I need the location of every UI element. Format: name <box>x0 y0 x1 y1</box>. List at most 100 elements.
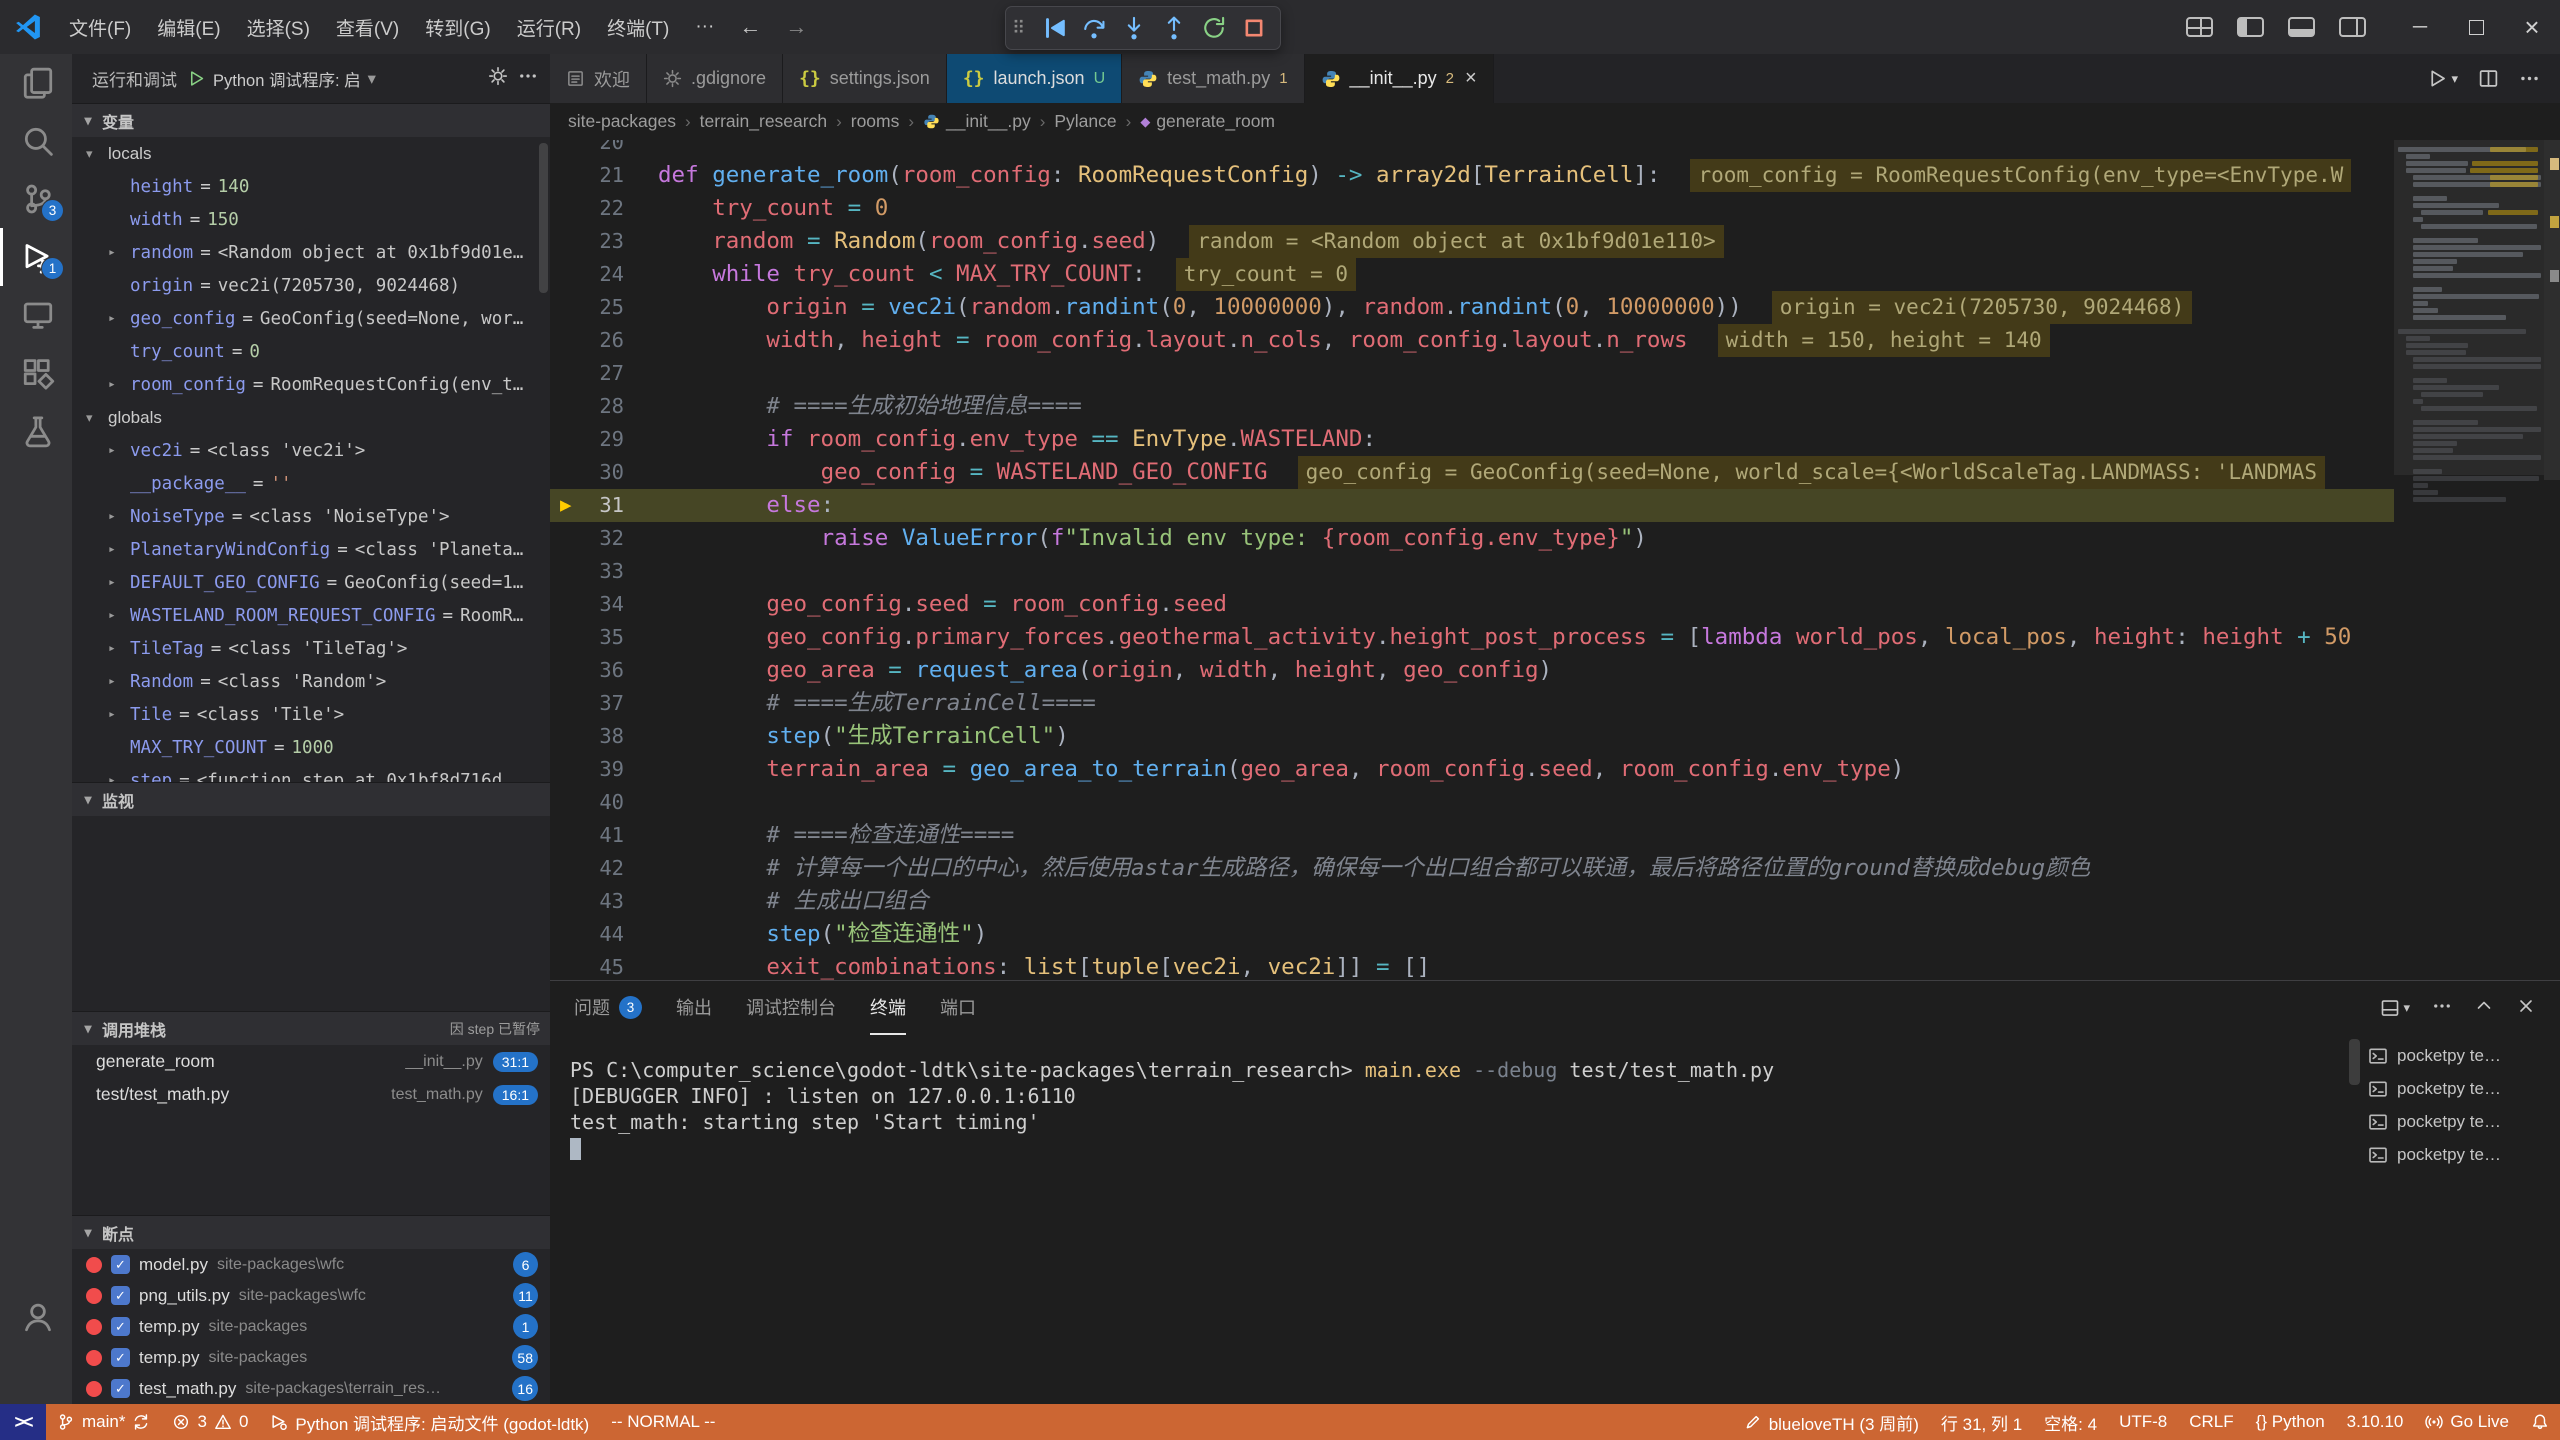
variable-row[interactable]: ▸geo_config=GeoConfig(seed=None, wor… <box>72 302 550 335</box>
variable-row[interactable]: origin=vec2i(7205730, 9024468) <box>72 269 550 302</box>
menu-item-6[interactable]: 终端(T) <box>594 0 682 54</box>
tab-launch.json[interactable]: {}launch.jsonU <box>947 54 1122 103</box>
breakpoint-row[interactable]: ✓test_math.pysite-packages\terrain_res…1… <box>72 1373 550 1404</box>
variable-row[interactable]: height=140 <box>72 170 550 203</box>
line-number[interactable]: 39 <box>550 753 624 786</box>
editor-action-more-actions[interactable] <box>2519 68 2540 89</box>
code-line[interactable]: 42 # 计算每一个出口的中心，然后使用astar生成路径，确保每一个出口组合都… <box>550 852 2394 885</box>
editor-action-split-editor[interactable] <box>2478 68 2499 89</box>
breakpoint-checkbox[interactable]: ✓ <box>111 1255 130 1274</box>
statusbar-language-mode[interactable]: {} Python <box>2245 1404 2336 1440</box>
activitybar-item-explorer[interactable] <box>0 54 72 112</box>
terminal-list-item[interactable]: pocketpy te… <box>2358 1105 2554 1138</box>
line-number[interactable]: 35 <box>550 621 624 654</box>
code-line[interactable]: 20 <box>550 140 2394 159</box>
variable-row[interactable]: width=150 <box>72 203 550 236</box>
terminal-list-item[interactable]: pocketpy te… <box>2358 1039 2554 1072</box>
breadcrumb-item[interactable]: rooms <box>851 111 900 132</box>
variable-row[interactable]: __package__='' <box>72 467 550 500</box>
customize-layout-icon[interactable] <box>2186 17 2213 37</box>
terminal-output[interactable]: PS C:\computer_science\godot-ldtk\site-p… <box>550 1035 2350 1404</box>
variable-row[interactable]: ▸Random=<class 'Random'> <box>72 665 550 698</box>
overview-ruler[interactable] <box>2544 140 2560 980</box>
statusbar-python-version[interactable]: 3.10.10 <box>2336 1404 2415 1440</box>
activitybar-item-remote-explorer[interactable] <box>0 286 72 344</box>
code-line[interactable]: 22 try_count = 0 <box>550 192 2394 225</box>
code-line[interactable]: 37 # ====生成TerrainCell==== <box>550 687 2394 720</box>
code-line[interactable]: 40 <box>550 786 2394 819</box>
terminal-layout-button[interactable]: ▾ <box>2380 998 2410 1018</box>
tab-[interactable]: 欢迎 <box>550 54 647 103</box>
drag-handle[interactable]: ⠿ <box>1012 18 1034 39</box>
step-out-button[interactable] <box>1154 10 1194 46</box>
code-line[interactable]: 25 origin = vec2i(random.randint(0, 1000… <box>550 291 2394 324</box>
line-number[interactable]: 23 <box>550 225 624 258</box>
breadcrumb-item[interactable]: __init__.py <box>923 111 1031 132</box>
variable-row[interactable]: ▸step=<function step at 0x1bf8d716d… <box>72 764 550 782</box>
tab-close-icon[interactable]: × <box>1465 67 1477 90</box>
line-number[interactable]: 34 <box>550 588 624 621</box>
tab-__init__.py[interactable]: __init__.py2× <box>1305 54 1494 103</box>
sidebar-more-actions-button[interactable] <box>518 66 538 91</box>
breakpoint-row[interactable]: ✓temp.pysite-packages1 <box>72 1311 550 1342</box>
code-line[interactable]: 30 geo_config = WASTELAND_GEO_CONFIGgeo_… <box>550 456 2394 489</box>
activitybar-item-run-and-debug[interactable]: 1 <box>0 228 72 286</box>
statusbar-debug-session[interactable]: Python 调试程序: 启动文件 (godot-ldtk) <box>259 1404 600 1440</box>
variables-group-locals[interactable]: ▾locals <box>72 137 550 170</box>
activitybar-item-source-control[interactable]: 3 <box>0 170 72 228</box>
editor-action-run-python-file[interactable]: ▾ <box>2427 68 2458 89</box>
debug-toolbar[interactable]: ⠿ <box>1005 6 1281 50</box>
terminal-list-item[interactable]: pocketpy te… <box>2358 1072 2554 1105</box>
breakpoint-checkbox[interactable]: ✓ <box>111 1379 130 1398</box>
nav-forward-button[interactable]: → <box>773 14 819 40</box>
code-line[interactable]: 32 raise ValueError(f"Invalid env type: … <box>550 522 2394 555</box>
line-number[interactable]: 27 <box>550 357 624 390</box>
continue-button[interactable] <box>1034 10 1074 46</box>
panel-tab-3[interactable]: 终端 <box>870 981 906 1035</box>
window-maximize-button[interactable] <box>2448 0 2504 54</box>
line-number[interactable]: 26 <box>550 324 624 357</box>
code-line[interactable]: 31▶ else: <box>550 489 2394 522</box>
statusbar-indentation[interactable]: 空格: 4 <box>2033 1404 2108 1440</box>
breadcrumb-item[interactable]: terrain_research <box>700 111 827 132</box>
activitybar-item-search[interactable] <box>0 112 72 170</box>
line-number[interactable]: 40 <box>550 786 624 819</box>
line-number[interactable]: 42 <box>550 852 624 885</box>
menu-item-2[interactable]: 选择(S) <box>234 0 323 54</box>
statusbar-git-branch[interactable]: main* <box>46 1404 161 1440</box>
code-line[interactable]: 41 # ====检查连通性==== <box>550 819 2394 852</box>
breakpoint-row[interactable]: ✓temp.pysite-packages58 <box>72 1342 550 1373</box>
menu-item-3[interactable]: 查看(V) <box>323 0 412 54</box>
code-editor[interactable]: 2021def generate_room(room_config: RoomR… <box>550 140 2560 980</box>
variable-row[interactable]: ▸DEFAULT_GEO_CONFIG=GeoConfig(seed=1… <box>72 566 550 599</box>
stop-button[interactable] <box>1234 10 1274 46</box>
code-line[interactable]: 43 # 生成出口组合 <box>550 885 2394 918</box>
debug-config-dropdown[interactable]: Python 调试程序: 启▾ <box>187 67 478 91</box>
variable-row[interactable]: ▸vec2i=<class 'vec2i'> <box>72 434 550 467</box>
code-line[interactable]: 45 exit_combinations: list[tuple[vec2i, … <box>550 951 2394 980</box>
statusbar-notifications-bell[interactable] <box>2520 1404 2560 1440</box>
statusbar-go-live[interactable]: Go Live <box>2414 1404 2520 1440</box>
line-number[interactable]: 36 <box>550 654 624 687</box>
panel-tab-1[interactable]: 输出 <box>676 981 712 1035</box>
line-number[interactable]: 21 <box>550 159 624 192</box>
code-line[interactable]: 44 step("检查连通性") <box>550 918 2394 951</box>
window-minimize-button[interactable]: ─ <box>2392 0 2448 54</box>
code-line[interactable]: 38 step("生成TerrainCell") <box>550 720 2394 753</box>
breakpoint-row[interactable]: ✓model.pysite-packages\wfc6 <box>72 1249 550 1280</box>
variable-row[interactable]: MAX_TRY_COUNT=1000 <box>72 731 550 764</box>
window-close-button[interactable]: × <box>2504 0 2560 54</box>
configure-gear-button[interactable] <box>488 66 508 91</box>
code-line[interactable]: 36 geo_area = request_area(origin, width… <box>550 654 2394 687</box>
tab-test_math.py[interactable]: test_math.py1 <box>1122 54 1304 103</box>
statusbar-cursor-position[interactable]: 行 31, 列 1 <box>1930 1404 2033 1440</box>
breakpoint-checkbox[interactable]: ✓ <box>111 1348 130 1367</box>
line-number[interactable]: 37 <box>550 687 624 720</box>
line-number[interactable]: 45 <box>550 951 624 980</box>
menu-item-7[interactable]: ··· <box>682 0 727 54</box>
breadcrumb-item[interactable]: Pylance <box>1054 111 1116 132</box>
activitybar-item-manage-gear[interactable] <box>0 1346 72 1404</box>
panel-tab-4[interactable]: 端口 <box>940 981 976 1035</box>
line-number[interactable]: 28 <box>550 390 624 423</box>
activitybar-item-testing[interactable] <box>0 402 72 460</box>
